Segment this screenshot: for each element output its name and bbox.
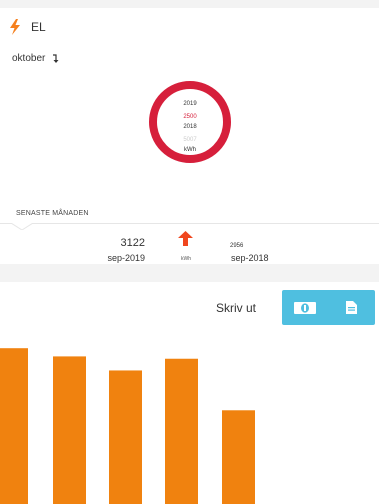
chart-bar: [222, 410, 255, 504]
usage-summary-card: EL oktober 2019 2500 2018 5007 kWh SENAS…: [0, 8, 379, 264]
chart-bar: [0, 348, 28, 504]
previous-month-value: 2956: [230, 243, 244, 249]
money-icon: [294, 301, 317, 314]
arrow-up-icon: [178, 231, 193, 246]
print-money-button[interactable]: [282, 290, 329, 325]
month-selector[interactable]: oktober: [12, 53, 60, 64]
ring-value-previous: 5007: [183, 137, 197, 143]
lightning-bolt-icon: [10, 19, 20, 35]
consumption-ring: 2019 2500 2018 5007 kWh: [149, 81, 231, 163]
card-header: EL: [8, 19, 46, 35]
current-month-label: sep-2019: [107, 253, 145, 263]
usage-bar-chart: [0, 348, 255, 504]
section-label: SENASTE MÅNADEN: [16, 210, 89, 217]
card-title: EL: [31, 20, 46, 34]
document-icon: [346, 301, 358, 314]
ring-year-current: 2019: [183, 101, 197, 107]
current-month-value: 3122: [120, 237, 145, 249]
chart-bar: [109, 370, 142, 504]
print-document-button[interactable]: [329, 290, 376, 325]
ring-value-current: 2500: [183, 114, 197, 120]
ring-year-previous: 2018: [183, 124, 197, 130]
ring-unit: kWh: [184, 147, 196, 153]
chart-bar: [165, 358, 198, 504]
divider-notch: [11, 223, 33, 230]
print-label: Skriv ut: [216, 301, 257, 315]
divider: [0, 223, 379, 224]
month-label: oktober: [12, 53, 46, 64]
previous-month-label: sep-2018: [231, 253, 269, 263]
arrow-down-icon: [53, 54, 59, 63]
chart-bar: [53, 356, 86, 504]
print-button-group: [282, 290, 375, 325]
trend-unit: kWh: [181, 256, 191, 262]
